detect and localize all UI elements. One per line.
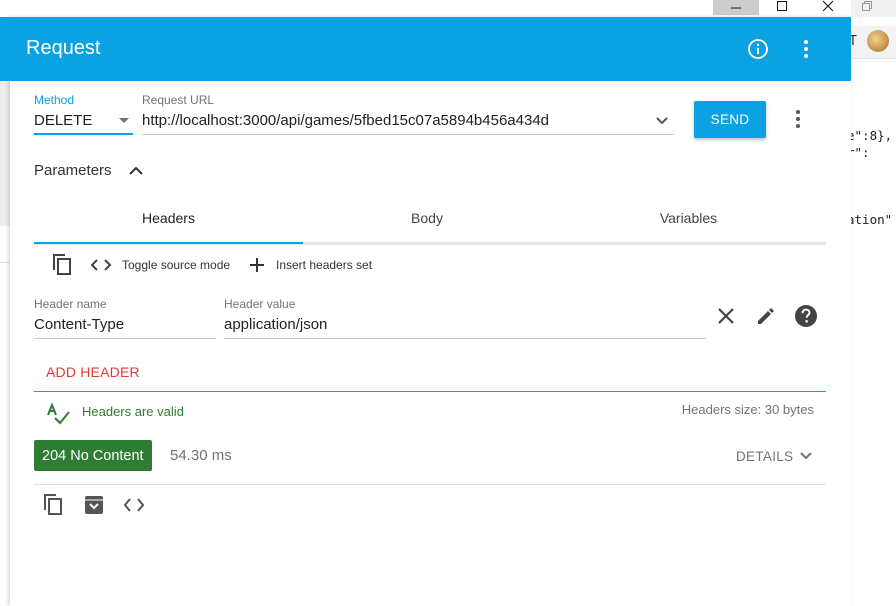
method-value: DELETE: [34, 112, 93, 129]
toggle-source-mode-button[interactable]: Toggle source mode: [90, 255, 230, 275]
background-code-line: e":8},: [851, 128, 893, 143]
url-value: http://localhost:3000/api/games/5fbed15c…: [142, 112, 549, 129]
copy-icon: [44, 494, 62, 515]
details-button[interactable]: DETAILS: [736, 447, 813, 465]
close-window-button[interactable]: [805, 0, 851, 12]
method-label: Method: [34, 93, 75, 107]
more-vert-icon: [796, 110, 800, 128]
add-header-button[interactable]: ADD HEADER: [46, 364, 140, 380]
app-bar: Request: [0, 17, 851, 81]
toggle-source-mode-label: Toggle source mode: [122, 258, 231, 272]
header-value-value: application/json: [224, 316, 328, 333]
tab-variables[interactable]: Variables: [551, 210, 826, 226]
app-menu-button[interactable]: [795, 38, 817, 60]
parameters-label: Parameters: [34, 162, 112, 179]
request-panel: Request Method DELETE Request URL http:/…: [0, 17, 851, 606]
restore-icon: [861, 0, 873, 12]
tab-body[interactable]: Body: [303, 210, 551, 226]
background-left-section: [0, 81, 10, 226]
copy-response-button[interactable]: [41, 493, 65, 517]
active-tab-indicator: [34, 242, 303, 244]
parameters-collapse-button[interactable]: [127, 162, 145, 180]
minimize-icon: [731, 7, 741, 8]
background-left-panel: [0, 81, 10, 606]
insert-headers-set-button[interactable]: Insert headers set: [248, 255, 372, 275]
remove-header-button[interactable]: [715, 305, 737, 327]
header-name-value: Content-Type: [34, 316, 125, 333]
save-response-button[interactable]: [82, 493, 106, 517]
response-source-button[interactable]: [122, 493, 146, 517]
send-button[interactable]: SEND: [694, 101, 766, 138]
pencil-icon: [758, 308, 774, 324]
headers-size: Headers size: 30 bytes: [681, 402, 814, 417]
status-badge: 204 No Content: [34, 440, 152, 471]
chevron-up-icon: [129, 166, 143, 175]
edit-header-button[interactable]: [755, 305, 777, 327]
background-editor: T e":8}, r": ation": [851, 0, 896, 606]
avatar: [867, 30, 889, 52]
url-label: Request URL: [142, 93, 215, 107]
header-value-label: Header value: [224, 297, 296, 311]
headers-valid-status: Headers are valid: [82, 404, 184, 419]
url-input[interactable]: http://localhost:3000/api/games/5fbed15c…: [142, 109, 674, 135]
divider: [0, 262, 10, 263]
insert-headers-set-label: Insert headers set: [276, 258, 373, 272]
info-button[interactable]: [747, 38, 769, 60]
background-text: T: [851, 34, 857, 49]
tab-headers[interactable]: Headers: [34, 210, 303, 226]
info-icon: [748, 39, 768, 59]
more-vert-icon: [804, 40, 808, 58]
divider: [34, 391, 826, 392]
dropdown-arrow-icon: [119, 118, 129, 123]
response-timing: 54.30 ms: [170, 447, 232, 464]
header-help-button[interactable]: [794, 304, 818, 328]
close-icon: [822, 0, 834, 12]
help-icon: [795, 305, 817, 327]
page-title: Request: [26, 37, 101, 59]
code-icon: [90, 259, 112, 271]
copy-icon: [53, 254, 71, 275]
archive-icon: [85, 496, 103, 514]
header-name-input[interactable]: Content-Type: [34, 313, 216, 339]
code-icon: [123, 498, 145, 512]
header-value-input[interactable]: application/json: [224, 313, 706, 339]
chevron-down-icon: [800, 452, 813, 460]
header-name-label: Header name: [34, 297, 107, 311]
close-icon: [718, 308, 734, 324]
maximize-button[interactable]: [759, 0, 805, 12]
chevron-down-icon[interactable]: [654, 113, 670, 129]
maximize-icon: [777, 1, 787, 11]
minimize-button[interactable]: [713, 0, 759, 15]
background-title-bar: [851, 0, 896, 17]
spellcheck-icon: [46, 401, 70, 425]
details-label: DETAILS: [736, 448, 794, 464]
plus-icon: [250, 258, 264, 272]
background-code-line: r":: [851, 145, 870, 160]
request-menu-button[interactable]: [788, 108, 808, 130]
copy-headers-button[interactable]: [50, 253, 74, 277]
method-select[interactable]: DELETE: [34, 109, 133, 135]
divider: [34, 484, 826, 485]
background-code-line: ation": [851, 212, 893, 227]
